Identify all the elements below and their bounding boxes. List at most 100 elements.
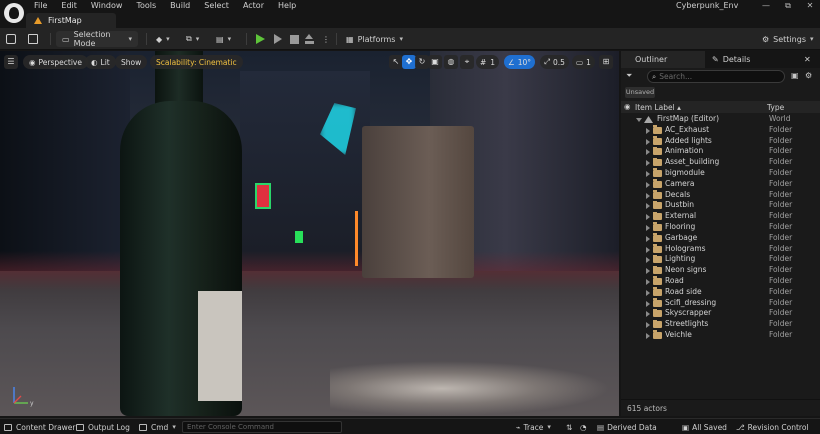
expand-arrow-icon[interactable] (646, 203, 650, 210)
network-icon[interactable]: ⇅ (566, 419, 572, 434)
tree-row-folder[interactable]: Neon signs Folder (621, 265, 820, 276)
expand-arrow-icon[interactable] (646, 300, 650, 307)
tree-row-folder[interactable]: Road side Folder (621, 287, 820, 298)
eject-icon[interactable] (305, 31, 314, 47)
play-icon[interactable] (256, 31, 265, 47)
menu-tools[interactable]: Tools (136, 0, 156, 11)
expand-arrow-icon[interactable] (646, 278, 650, 285)
expand-arrow-icon[interactable] (646, 257, 650, 264)
menu-help[interactable]: Help (278, 0, 296, 11)
expand-arrow-icon[interactable] (646, 214, 650, 221)
content-drawer-button[interactable]: Content Drawer (4, 419, 76, 434)
outliner-search-input[interactable]: ⌕ Search... (647, 70, 785, 83)
expand-arrow-icon[interactable] (646, 224, 650, 231)
menu-select[interactable]: Select (204, 0, 229, 11)
close-button[interactable]: ✕ (800, 0, 820, 11)
scale-snap-button[interactable]: ⤢ 0.5 (540, 55, 569, 69)
unreal-logo-icon[interactable] (4, 3, 24, 23)
expand-arrow-icon[interactable] (646, 192, 650, 199)
expand-arrow-icon[interactable] (646, 322, 650, 329)
tree-row-folder[interactable]: Veichle Folder (621, 330, 820, 341)
trace-dropdown[interactable]: ⌁ Trace ▾ (516, 419, 551, 434)
rotation-snap-button[interactable]: ∠ 10° (504, 55, 536, 69)
tree-row-folder[interactable]: Asset_building Folder (621, 157, 820, 168)
expand-arrow-icon[interactable] (646, 138, 650, 145)
outliner-settings-icon[interactable]: ⚙ (805, 71, 812, 80)
add-actor-icon[interactable]: ◆ ▾ (156, 31, 170, 47)
menu-build[interactable]: Build (170, 0, 190, 11)
tab-details[interactable]: ✎ Details (706, 51, 786, 68)
view-mode-button[interactable]: ◐ Lit (85, 55, 116, 69)
document-tab[interactable]: FirstMap (26, 13, 116, 28)
tree-row-folder[interactable]: Scifi_dressing Folder (621, 298, 820, 309)
cinematics-icon[interactable]: ▤ ▾ (216, 31, 231, 47)
world-space-icon[interactable]: ◍ (444, 55, 458, 69)
tree-row-folder[interactable]: Road Folder (621, 276, 820, 287)
expand-arrow-icon[interactable] (646, 268, 650, 275)
play-next-frame-icon[interactable] (274, 31, 282, 47)
tree-row-folder[interactable]: Streetlights Folder (621, 319, 820, 330)
maximize-viewport-icon[interactable]: ⊞ (599, 55, 613, 69)
expand-arrow-icon[interactable] (646, 127, 650, 134)
close-tab-icon[interactable]: ✕ (804, 51, 811, 68)
column-item-label[interactable]: Item Label ▴ (635, 103, 681, 112)
column-type[interactable]: Type (767, 103, 784, 112)
tree-row-folder[interactable]: Camera Folder (621, 179, 820, 190)
tree-row-folder[interactable]: AC_Exhaust Folder (621, 125, 820, 136)
console-command-input[interactable]: Enter Console Command (182, 421, 342, 433)
tree-row-folder[interactable]: External Folder (621, 211, 820, 222)
show-button[interactable]: Show (115, 55, 148, 69)
cmd-dropdown[interactable]: Cmd ▾ (139, 419, 176, 434)
menu-actor[interactable]: Actor (243, 0, 264, 11)
browse-icon[interactable] (28, 31, 38, 47)
filter-icon[interactable]: ⏷ (626, 71, 632, 81)
expand-arrow-icon[interactable] (646, 170, 650, 177)
play-options-icon[interactable]: ⋮ (322, 31, 330, 47)
expand-arrow-icon[interactable] (646, 181, 650, 188)
tree-row-folder[interactable]: bigmodule Folder (621, 168, 820, 179)
expand-arrow-icon[interactable] (646, 246, 650, 253)
tree-row-folder[interactable]: Animation Folder (621, 146, 820, 157)
tab-outliner[interactable]: Outliner (621, 51, 705, 68)
all-saved-button[interactable]: ▣ All Saved (682, 419, 727, 434)
level-viewport[interactable]: ☰ ◉ Perspective ◐ Lit Show Scalability: … (0, 51, 619, 416)
expand-arrow-icon[interactable] (646, 160, 650, 167)
selection-mode-dropdown[interactable]: ▭ Selection Mode ▾ (56, 30, 138, 48)
surface-snap-icon[interactable]: ⌖ (460, 55, 474, 69)
menu-file[interactable]: File (34, 0, 47, 11)
grid-snap-button[interactable]: # 1 (476, 55, 500, 69)
output-log-button[interactable]: Output Log (76, 419, 130, 434)
translate-tool-icon[interactable]: ✥ (402, 55, 416, 69)
rotate-tool-icon[interactable]: ↻ (415, 55, 429, 69)
status-icon[interactable]: ◔ (580, 419, 587, 434)
scale-tool-icon[interactable]: ▣ (428, 55, 442, 69)
stop-icon[interactable] (290, 31, 299, 47)
visibility-eye-icon[interactable]: ◉ (624, 102, 631, 111)
tree-row-folder[interactable]: Dustbin Folder (621, 200, 820, 211)
expand-arrow-icon[interactable] (646, 149, 650, 156)
minimize-button[interactable]: — (756, 0, 776, 11)
restore-button[interactable]: ⧉ (778, 0, 798, 11)
expand-arrow-icon[interactable] (646, 332, 650, 339)
save-icon[interactable] (6, 31, 16, 47)
tree-row-folder[interactable]: Decals Folder (621, 190, 820, 201)
select-tool-icon[interactable]: ↖ (389, 55, 403, 69)
tree-row-folder[interactable]: Flooring Folder (621, 222, 820, 233)
blueprint-icon[interactable]: ⧉ ▾ (186, 31, 199, 47)
add-folder-icon[interactable]: ▣ (791, 71, 799, 80)
expand-arrow-icon[interactable] (636, 118, 642, 122)
platforms-dropdown[interactable]: ▦ Platforms ▾ (346, 31, 403, 47)
derived-data-button[interactable]: ▤ Derived Data (597, 419, 657, 434)
menu-edit[interactable]: Edit (61, 0, 77, 11)
expand-arrow-icon[interactable] (646, 311, 650, 318)
tree-row-folder[interactable]: Lighting Folder (621, 254, 820, 265)
perspective-button[interactable]: ◉ Perspective (23, 55, 88, 69)
expand-arrow-icon[interactable] (646, 289, 650, 296)
tree-row-world[interactable]: FirstMap (Editor) World (621, 114, 820, 125)
tree-row-folder[interactable]: Garbage Folder (621, 233, 820, 244)
tree-row-folder[interactable]: Skyscrapper Folder (621, 308, 820, 319)
tree-row-folder[interactable]: Holograms Folder (621, 244, 820, 255)
settings-dropdown[interactable]: ⚙ Settings ▾ (762, 31, 814, 47)
expand-arrow-icon[interactable] (646, 235, 650, 242)
scalability-warning[interactable]: Scalability: Cinematic (150, 55, 243, 69)
